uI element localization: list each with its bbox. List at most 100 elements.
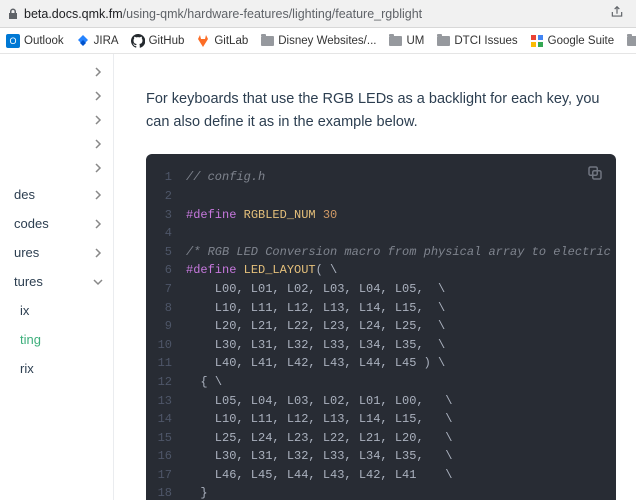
code-line: 10 L30, L31, L32, L33, L34, L35, \: [146, 336, 616, 355]
chevron-right-icon: [93, 163, 103, 173]
bookmarks-bar: O Outlook JIRA GitHub GitLab Disney Websites/…: [0, 28, 636, 54]
sidebar-item-label: rix: [20, 361, 34, 376]
code-line: 13 L05, L04, L03, L02, L01, L00, \: [146, 392, 616, 411]
line-number: 15: [146, 429, 186, 448]
code-text: [186, 224, 193, 243]
sidebar-item[interactable]: [0, 108, 113, 132]
code-text: L46, L45, L44, L43, L42, L41 \: [186, 466, 452, 485]
chevron-right-icon: [93, 219, 103, 229]
code-text: L05, L04, L03, L02, L01, L00, \: [186, 392, 452, 411]
svg-text:O: O: [9, 36, 16, 46]
bookmark-item[interactable]: UM: [388, 34, 424, 48]
chevron-right-icon: [93, 115, 103, 125]
code-line: 15 L25, L24, L23, L22, L21, L20, \: [146, 429, 616, 448]
lock-icon: [8, 8, 18, 20]
code-text: { \: [186, 373, 222, 392]
sidebar-item[interactable]: [0, 84, 113, 108]
code-line: 9 L20, L21, L22, L23, L24, L25, \: [146, 317, 616, 336]
sidebar: des codes ures tures ix ting rix: [0, 54, 114, 500]
sidebar-item-label: ix: [20, 303, 29, 318]
code-text: L40, L41, L42, L43, L44, L45 ) \: [186, 354, 445, 373]
code-text: L00, L01, L02, L03, L04, L05, \: [186, 280, 445, 299]
sidebar-item[interactable]: [0, 60, 113, 84]
bookmark-label: Disney Websites/...: [278, 35, 376, 47]
line-number: 3: [146, 206, 186, 225]
folder-icon: [436, 34, 450, 48]
sidebar-item-label: tures: [14, 274, 43, 289]
bookmark-item[interactable]: DTCI Issues: [436, 34, 517, 48]
code-text: L25, L24, L23, L22, L21, L20, \: [186, 429, 452, 448]
bookmark-item[interactable]: Disney Websites/...: [260, 34, 376, 48]
bookmark-label: UM: [406, 35, 424, 47]
sidebar-item[interactable]: ix: [0, 296, 113, 325]
folder-icon: [388, 34, 402, 48]
chevron-right-icon: [93, 139, 103, 149]
folder-icon: [626, 34, 636, 48]
code-text: }: [186, 484, 208, 500]
bookmark-item[interactable]: O Outlook: [6, 34, 64, 48]
code-text: /* RGB LED Conversion macro from physica…: [186, 243, 616, 262]
line-number: 13: [146, 392, 186, 411]
github-icon: [131, 34, 145, 48]
line-number: 12: [146, 373, 186, 392]
main-container: des codes ures tures ix ting rix For keyboards…: [0, 54, 636, 500]
jira-icon: [76, 34, 90, 48]
line-number: 1: [146, 168, 186, 187]
bookmark-item[interactable]: GitLab: [196, 34, 248, 48]
content-area: For keyboards that use the RGB LEDs as a…: [114, 54, 636, 500]
code-line: 3#define RGBLED_NUM 30: [146, 206, 616, 225]
sidebar-item-label: ures: [14, 245, 39, 260]
sidebar-item[interactable]: ting: [0, 325, 113, 354]
code-text: L30, L31, L32, L33, L34, L35, \: [186, 447, 452, 466]
sidebar-item[interactable]: [0, 132, 113, 156]
sidebar-item-label: des: [14, 187, 35, 202]
sidebar-item-label: ting: [20, 332, 41, 347]
chevron-right-icon: [93, 190, 103, 200]
sidebar-item[interactable]: codes: [0, 209, 113, 238]
bookmark-label: DTCI Issues: [454, 35, 517, 47]
copy-icon[interactable]: [586, 164, 604, 182]
code-line: 12 { \: [146, 373, 616, 392]
url-path: /using-qmk/hardware-features/lighting/fe…: [123, 7, 422, 21]
sidebar-item[interactable]: tures: [0, 267, 113, 296]
sidebar-item[interactable]: ures: [0, 238, 113, 267]
bookmark-label: Google Suite: [548, 35, 615, 47]
bookmark-item[interactable]: GitHub: [131, 34, 185, 48]
url-bar: beta.docs.qmk.fm/using-qmk/hardware-feat…: [0, 0, 636, 28]
line-number: 8: [146, 299, 186, 318]
sidebar-item[interactable]: des: [0, 180, 113, 209]
faded-prior-link: [146, 64, 616, 78]
sidebar-item[interactable]: rix: [0, 354, 113, 383]
line-number: 7: [146, 280, 186, 299]
line-number: 2: [146, 187, 186, 206]
line-number: 17: [146, 466, 186, 485]
code-text: #define LED_LAYOUT( \: [186, 261, 337, 280]
bookmark-item[interactable]: Google Suite: [530, 34, 615, 48]
bookmark-label: JIRA: [94, 35, 119, 47]
code-text: [186, 187, 193, 206]
bookmark-item[interactable]: Cyclops: [626, 34, 636, 48]
share-icon[interactable]: [610, 5, 628, 22]
gitlab-icon: [196, 34, 210, 48]
code-line: 1// config.h: [146, 168, 616, 187]
line-number: 10: [146, 336, 186, 355]
line-number: 11: [146, 354, 186, 373]
code-text: // config.h: [186, 168, 265, 187]
gsuite-icon: [530, 34, 544, 48]
url-text[interactable]: beta.docs.qmk.fm/using-qmk/hardware-feat…: [24, 7, 422, 21]
code-line: 5/* RGB LED Conversion macro from physic…: [146, 243, 616, 262]
line-number: 4: [146, 224, 186, 243]
outlook-icon: O: [6, 34, 20, 48]
code-line: 17 L46, L45, L44, L43, L42, L41 \: [146, 466, 616, 485]
folder-icon: [260, 34, 274, 48]
bookmark-label: Outlook: [24, 35, 64, 47]
code-line: 18 }: [146, 484, 616, 500]
chevron-down-icon: [93, 277, 103, 287]
sidebar-item[interactable]: [0, 156, 113, 180]
chevron-right-icon: [93, 91, 103, 101]
line-number: 16: [146, 447, 186, 466]
code-line: 8 L10, L11, L12, L13, L14, L15, \: [146, 299, 616, 318]
bookmark-item[interactable]: JIRA: [76, 34, 119, 48]
code-line: 7 L00, L01, L02, L03, L04, L05, \: [146, 280, 616, 299]
code-text: L20, L21, L22, L23, L24, L25, \: [186, 317, 445, 336]
